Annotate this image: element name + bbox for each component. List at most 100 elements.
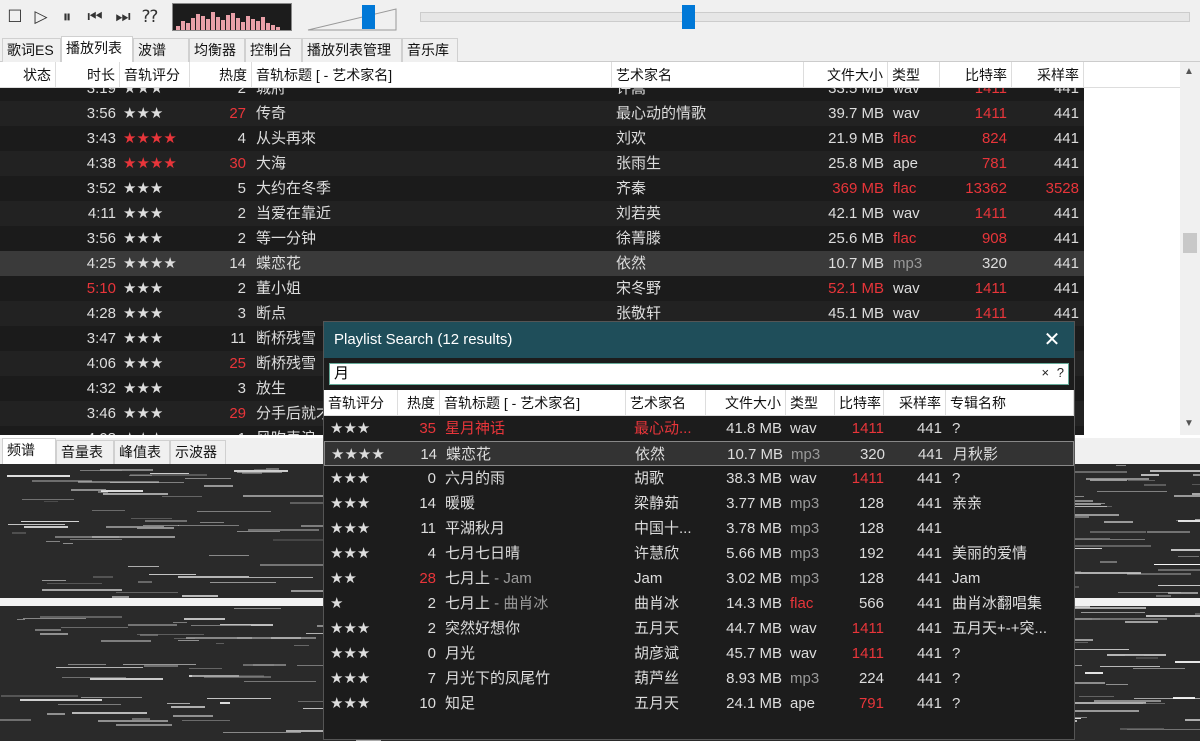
next-button-icon[interactable]: ⏭ (112, 6, 134, 28)
column-header[interactable]: 比特率 (835, 390, 884, 416)
cell-rating: ★★★ (123, 330, 164, 347)
pause-button-icon[interactable]: ⏸ (56, 6, 78, 28)
result-title: 突然好想你 (445, 616, 625, 641)
table-row[interactable]: 3:56 ★★★ 27 传奇 最心动的情歌 39.7 MB wav 1411 441 (0, 101, 1084, 126)
column-header[interactable]: 热度 (398, 390, 440, 416)
table-row[interactable]: 4:38 ★★★★ 30 大海 张雨生 25.8 MB ape 781 441 (0, 151, 1084, 176)
result-type: flac (790, 595, 814, 612)
column-header[interactable]: 文件大小 (804, 62, 888, 88)
column-header[interactable]: 艺术家名 (626, 390, 706, 416)
results-table[interactable]: ★★★ 35 星月神话 最心动... 41.8 MB wav 1411 441? ★★★★ 14 蝶… (324, 416, 1074, 739)
cell-heat: 30 (229, 155, 246, 172)
cell-duration: 3:56 (86, 105, 116, 122)
result-row[interactable]: ★★★ 2 突然好想你 五月天 44.7 MB wav 1411 441 五月天+-+突... (324, 616, 1074, 641)
column-header[interactable]: 文件大小 (706, 390, 786, 416)
previous-button-icon[interactable]: ⏮ (84, 6, 106, 28)
play-button-icon[interactable]: ▷ (30, 6, 52, 28)
result-heat: 0 (427, 470, 436, 487)
cell-heat: 2 (237, 205, 246, 222)
cell-artist: 宋冬野 (616, 280, 662, 297)
result-heat: 2 (427, 620, 436, 637)
result-title: 月光 (445, 641, 625, 666)
result-row[interactable]: ★★★ 7 月光下的凤尾竹 葫芦丝 8.93 MB mp3 224 441? (324, 666, 1074, 691)
table-row[interactable]: 3:56 ★★★ 2 等一分钟 徐菁滕 25.6 MB flac 908 441 (0, 226, 1084, 251)
result-title-text: 月光下的凤尾竹 (445, 670, 551, 687)
result-row[interactable]: ★★★ 11 平湖秋月 中国十... 3.78 MB mp3 128 441 (324, 516, 1074, 541)
result-row[interactable]: ★★★ 14 暖暖 梁静茹 3.77 MB mp3 128 441 亲亲 (324, 491, 1074, 516)
stop-button-icon[interactable]: ☐ (4, 6, 26, 28)
tab-6[interactable]: 音乐库 (402, 38, 458, 62)
cell-title: 城府 (256, 88, 287, 97)
cell-heat: 27 (229, 105, 246, 122)
result-row[interactable]: ★★★ 35 星月神话 最心动... 41.8 MB wav 1411 441? (324, 416, 1074, 441)
cell-bitrate: 1411 (974, 88, 1007, 97)
column-header[interactable]: 音轨评分 (120, 62, 190, 88)
close-icon[interactable]: ✕ (1040, 322, 1064, 358)
tab-5[interactable]: 播放列表管理 (302, 38, 402, 62)
cell-sample: 441 (1053, 105, 1079, 122)
result-album: 五月天+-+突... (952, 620, 1048, 637)
result-row[interactable]: ★★★ 0 月光 胡彦斌 45.7 MB wav 1411 441? (324, 641, 1074, 666)
column-header[interactable]: 音轨标题 [ - 艺术家名] (252, 62, 612, 88)
cell-title: 蝶恋花 (256, 255, 302, 272)
seek-bar[interactable] (420, 12, 1190, 22)
clear-icon[interactable]: × (1042, 365, 1050, 380)
cell-size: 25.6 MB (828, 230, 884, 247)
table-row[interactable]: 3:52 ★★★ 5 大约在冬季 齐秦 369 MB flac 13362 3528 (0, 176, 1084, 201)
table-row[interactable]: 4:25 ★★★★ 14 蝶恋花 依然 10.7 MB mp3 320 441 (0, 251, 1084, 276)
result-row[interactable]: ★★★ 10 知足 五月天 24.1 MB ape 791 441? (324, 691, 1074, 716)
tab-0[interactable]: 歌词ES (2, 38, 61, 62)
result-row[interactable]: ★★★ 4 七月七日晴 许慧欣 5.66 MB mp3 192 441 美丽的爱情 (324, 541, 1074, 566)
result-row[interactable]: ★★★★ 14 蝶恋花 依然 10.7 MB mp3 320 441 月秋影 (324, 441, 1074, 466)
bottom-tab-3[interactable]: 示波器 (170, 440, 226, 464)
bottom-tab-2[interactable]: 峰值表 (114, 440, 170, 464)
help-icon[interactable]: ? (1057, 365, 1064, 380)
result-heat: 2 (427, 595, 436, 612)
column-header[interactable]: 专辑名称 (946, 390, 1074, 416)
result-heat: 10 (419, 695, 436, 712)
result-row[interactable]: ★★★ 0 六月的雨 胡歌 38.3 MB wav 1411 441? (324, 466, 1074, 491)
column-header[interactable]: 类型 (888, 62, 940, 88)
column-header[interactable]: 比特率 (940, 62, 1012, 88)
visualizer-bar (211, 12, 215, 30)
scroll-up-icon[interactable]: ▲ (1184, 66, 1194, 77)
search-input[interactable]: 月 (329, 363, 1069, 385)
result-rating: ★★ (330, 570, 357, 587)
cell-heat: 14 (229, 255, 246, 272)
column-header[interactable]: 音轨评分 (324, 390, 398, 416)
column-header[interactable]: 热度 (190, 62, 252, 88)
tab-1[interactable]: 播放列表 (61, 36, 133, 62)
bottom-tab-0[interactable]: 频谱 (2, 438, 56, 464)
column-header[interactable]: 类型 (786, 390, 835, 416)
column-header[interactable]: 采样率 (884, 390, 946, 416)
column-header[interactable]: 音轨标题 [ - 艺术家名] (440, 390, 626, 416)
column-header[interactable]: 状态 (0, 62, 56, 88)
result-bitrate: 128 (858, 570, 884, 587)
table-row[interactable]: 3:19 ★★★ 2 城府 许嵩 33.5 MB wav 1411 441 (0, 88, 1084, 101)
result-sample: 441 (916, 645, 942, 662)
tab-3[interactable]: 均衡器 (189, 38, 245, 62)
bottom-tab-1[interactable]: 音量表 (56, 440, 114, 464)
result-row[interactable]: ★ 2 七月上 - 曲肖冰 曲肖冰 14.3 MB flac 566 441 曲肖冰翻唱集 (324, 591, 1074, 616)
result-row[interactable]: ★★ 28 七月上 - Jam Jam 3.02 MB mp3 128 441 Jam (324, 566, 1074, 591)
column-header[interactable]: 采样率 (1012, 62, 1084, 88)
tab-4[interactable]: 控制台 (245, 38, 302, 62)
random-button-icon[interactable]: ⁇ (139, 6, 161, 28)
cell-heat: 29 (229, 405, 246, 422)
mini-visualizer (172, 3, 292, 31)
cell-size: 33.5 MB (828, 88, 884, 97)
table-row[interactable]: 5:10 ★★★ 2 董小姐 宋冬野 52.1 MB wav 1411 441 (0, 276, 1084, 301)
result-artist: 曲肖冰 (634, 595, 680, 612)
playlist-scroll-thumb[interactable] (1183, 233, 1197, 253)
seek-thumb[interactable] (682, 5, 695, 29)
cell-size: 42.1 MB (828, 205, 884, 222)
scroll-down-icon[interactable]: ▼ (1184, 418, 1194, 429)
tab-2[interactable]: 波谱 (133, 38, 189, 62)
column-header[interactable]: 艺术家名 (612, 62, 804, 88)
table-row[interactable]: 3:43 ★★★★ 4 从头再來 刘欢 21.9 MB flac 824 441 (0, 126, 1084, 151)
table-row[interactable]: 4:11 ★★★ 2 当爱在靠近 刘若英 42.1 MB wav 1411 441 (0, 201, 1084, 226)
volume-thumb[interactable] (362, 5, 375, 29)
column-header[interactable]: 时长 (56, 62, 120, 88)
volume-slider[interactable] (300, 3, 402, 33)
visualizer-bar (256, 21, 260, 30)
